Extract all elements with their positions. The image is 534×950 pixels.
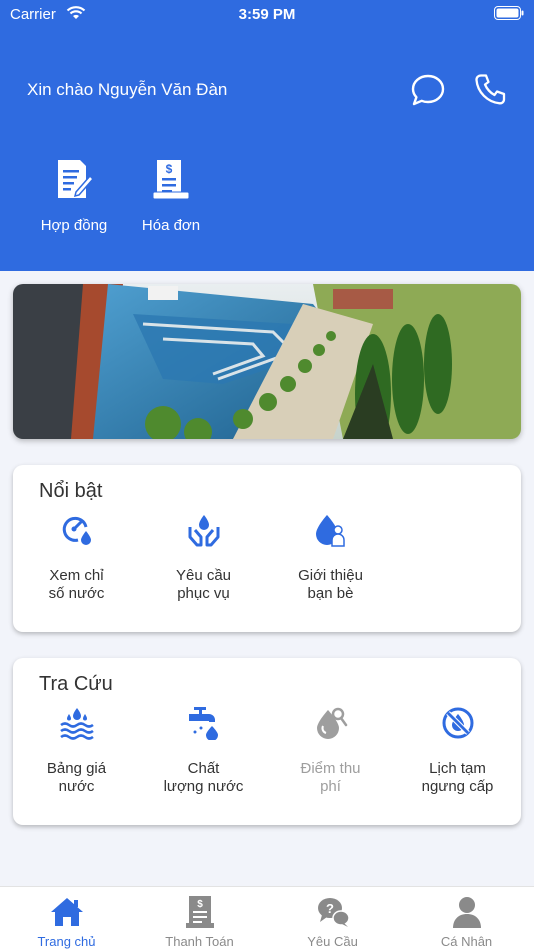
battery-icon: [494, 6, 524, 20]
request-icon: ?: [317, 898, 350, 927]
tab-home-label: Trang chủ: [37, 934, 96, 949]
lookup-title: Tra Cứu: [39, 673, 113, 695]
refer-friend-button[interactable]: Giới thiệu bạn bè: [267, 513, 394, 603]
featured-title: Nổi bật: [39, 480, 103, 502]
refer-friend-label: Giới thiệu bạn bè: [298, 567, 363, 602]
home-icon: [50, 898, 83, 926]
tab-payment[interactable]: $ Thanh Toán: [133, 887, 266, 950]
header: Carrier 3:59 PM Xin chào Nguyễn Văn Đàn …: [0, 0, 534, 271]
tab-payment-label: Thanh Toán: [165, 934, 234, 949]
meter-icon: [62, 516, 91, 545]
chat-icon[interactable]: [410, 72, 446, 108]
tab-home[interactable]: Trang chủ: [0, 887, 133, 950]
svg-text:?: ?: [326, 901, 334, 916]
tab-bar: Trang chủ $ Thanh Toán ? Yêu Cầu Cá Nhân: [0, 886, 534, 950]
service-request-label: Yêu cầu phục vụ: [175, 567, 232, 602]
contract-icon: [58, 160, 94, 198]
lookup-card: Tra Cứu Bảng giá nước Chất lượng nước Đi…: [13, 658, 521, 825]
collection-point-icon: [316, 707, 347, 739]
payment-icon: $: [185, 896, 214, 928]
suspension-schedule-label: Lịch tạm ngưng cấp: [421, 760, 494, 795]
water-quality-icon: [188, 707, 218, 740]
meter-reading-label: Xem chỉ số nước: [48, 567, 105, 602]
svg-text:$: $: [197, 899, 203, 910]
invoice-icon: $: [152, 160, 190, 200]
refer-friend-icon: [315, 515, 345, 547]
invoice-button[interactable]: $ Hóa đơn: [126, 158, 216, 234]
water-plant-illustration: [13, 284, 521, 439]
water-price-icon: [59, 708, 94, 740]
tab-profile-label: Cá Nhân: [440, 934, 493, 949]
status-time: 3:59 PM: [238, 6, 296, 23]
service-request-icon: [188, 515, 219, 547]
water-quality-button[interactable]: Chất lượng nước: [140, 706, 267, 796]
service-request-button[interactable]: Yêu cầu phục vụ: [140, 513, 267, 603]
greeting-text: Xin chào Nguyễn Văn Đàn: [27, 80, 228, 99]
featured-card: Nổi bật Xem chỉ số nước Yêu cầu phục vụ …: [13, 465, 521, 632]
suspension-schedule-icon: [442, 707, 473, 739]
status-bar: Carrier 3:59 PM: [0, 0, 534, 30]
contract-label: Hợp đồng: [40, 217, 108, 234]
tab-request-label: Yêu Cầu: [307, 934, 358, 949]
water-price-button[interactable]: Bảng giá nước: [13, 706, 140, 796]
meter-reading-button[interactable]: Xem chỉ số nước: [13, 513, 140, 603]
phone-icon[interactable]: [472, 72, 508, 108]
tab-request[interactable]: ? Yêu Cầu: [266, 887, 399, 950]
invoice-label: Hóa đơn: [141, 217, 201, 234]
svg-text:$: $: [166, 162, 173, 176]
water-quality-label: Chất lượng nước: [163, 760, 244, 795]
suspension-schedule-button[interactable]: Lịch tạm ngưng cấp: [394, 706, 521, 796]
water-price-label: Bảng giá nước: [46, 760, 107, 795]
tab-profile[interactable]: Cá Nhân: [400, 887, 533, 950]
banner-image[interactable]: [13, 284, 521, 439]
collection-point-label: Điểm thu phí: [300, 760, 361, 795]
contract-button[interactable]: Hợp đồng: [29, 158, 119, 234]
collection-point-button[interactable]: Điểm thu phí: [267, 706, 394, 796]
profile-icon: [452, 897, 481, 928]
